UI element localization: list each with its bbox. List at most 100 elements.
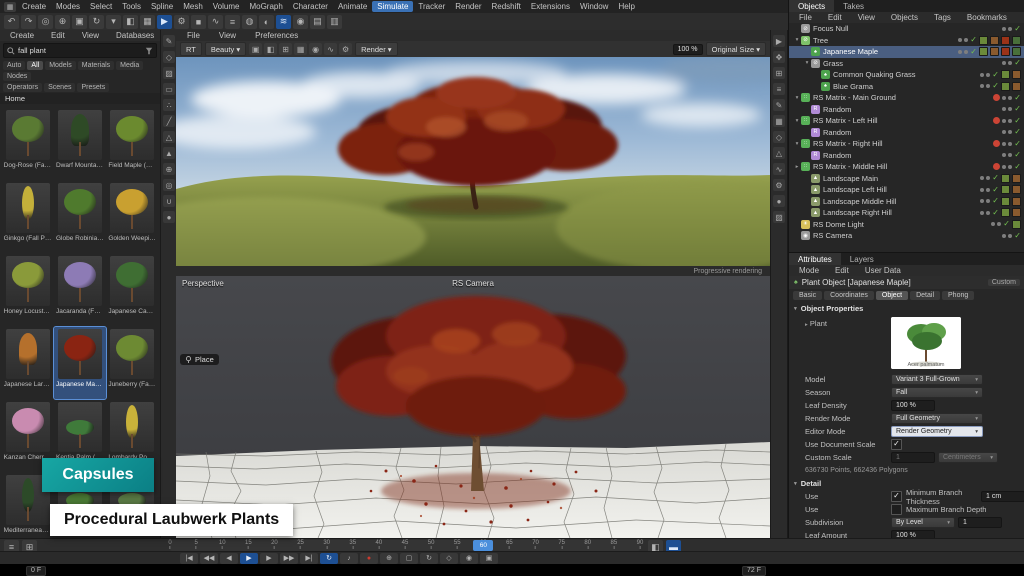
list-icon[interactable]: ≡ <box>773 83 785 95</box>
texture-mode-icon[interactable]: ▨ <box>163 67 175 79</box>
visibility-dot-icon[interactable] <box>1008 96 1012 100</box>
visibility-dot-icon[interactable] <box>1002 165 1006 169</box>
menu-window[interactable]: Window <box>575 1 613 12</box>
enabled-check-icon[interactable]: ✓ <box>1014 163 1021 171</box>
am-menu-user-data[interactable]: User Data <box>860 265 906 276</box>
visibility-dot-icon[interactable] <box>1008 119 1012 123</box>
visibility-dot-icon[interactable] <box>986 84 990 88</box>
next-frame-icon[interactable]: ▶ <box>260 553 278 564</box>
attr-tab-object[interactable]: Object <box>876 291 908 300</box>
grid-icon[interactable]: ⊞ <box>773 67 785 79</box>
tab-layers[interactable]: Layers <box>841 253 883 265</box>
menu-extensions[interactable]: Extensions <box>526 1 575 12</box>
plant-asset-honey-locust-sunburst-fall-plant-[interactable]: Honey Locust 'Sunburst' (Fall Plant) <box>2 254 53 326</box>
dropdown-subdivision[interactable]: By Level▾ <box>891 517 955 528</box>
visibility-dot-icon[interactable] <box>958 38 962 42</box>
visibility-dot-icon[interactable] <box>1008 61 1012 65</box>
enabled-check-icon[interactable]: ✓ <box>1003 220 1010 228</box>
view-label[interactable]: Perspective <box>182 279 224 288</box>
visibility-dot-icon[interactable] <box>1002 61 1006 65</box>
object-row-grass[interactable]: ▾⊘Grass✓ <box>789 58 1024 70</box>
record-rotation-icon[interactable]: ↻ <box>420 553 438 564</box>
snap-icon[interactable]: ◎ <box>163 179 175 191</box>
tab-presets[interactable]: Presets <box>77 83 109 92</box>
custom-dropdown[interactable]: Custom <box>988 279 1020 286</box>
material-tag-chip[interactable] <box>1001 208 1010 217</box>
section-object-properties[interactable]: ▾ Object Properties <box>789 302 1024 315</box>
expand-icon[interactable]: ▾ <box>803 60 811 66</box>
keyframe-selection-icon[interactable]: ▣ <box>480 553 498 564</box>
plant-preview-thumbnail[interactable]: Acer palmatum <box>891 317 961 369</box>
visibility-dot-icon[interactable] <box>1008 153 1012 157</box>
attr-tab-basic[interactable]: Basic <box>793 291 822 300</box>
size-dropdown[interactable]: Original Size ▾ <box>706 42 766 56</box>
enabled-check-icon[interactable]: ✓ <box>1014 151 1021 159</box>
tab-auto[interactable]: Auto <box>3 61 25 70</box>
visibility-dot-icon[interactable] <box>986 73 990 77</box>
dropdown-season[interactable]: Fall▾ <box>891 387 983 398</box>
material-tag-chip[interactable] <box>1001 185 1010 194</box>
render-view-menu-preferences[interactable]: Preferences <box>250 30 303 41</box>
hatch-icon[interactable]: ▨ <box>773 211 785 223</box>
visibility-dot-icon[interactable] <box>1008 165 1012 169</box>
undo-icon[interactable]: ↶ <box>4 15 19 29</box>
polygons-mode-icon[interactable]: △ <box>163 131 175 143</box>
material-tag-chip[interactable] <box>990 36 999 45</box>
curve-icon[interactable]: ∿ <box>324 43 337 55</box>
enabled-check-icon[interactable]: ✓ <box>992 71 999 79</box>
object-row-rs-matrix-right-hill[interactable]: ▾∷RS Matrix - Right Hill✓ <box>789 138 1024 150</box>
render-settings-icon[interactable]: ⚙ <box>174 15 189 29</box>
enabled-check-icon[interactable]: ✓ <box>992 186 999 194</box>
timeline-ruler[interactable]: 05101520253035404550556065707580859060 <box>170 540 640 551</box>
visibility-dot-icon[interactable] <box>1008 142 1012 146</box>
enabled-check-icon[interactable]: ✓ <box>1014 25 1021 33</box>
menu-tracker[interactable]: Tracker <box>413 1 450 12</box>
loop-icon[interactable]: ↻ <box>320 553 338 564</box>
asset-menu-view[interactable]: View <box>77 30 104 41</box>
coordinate-system-icon[interactable]: ◧ <box>123 15 138 29</box>
plant-asset-jacaranda-fall-plant-[interactable]: Jacaranda (Fall Plant) <box>54 254 105 326</box>
dropdown-model[interactable]: Variant 3 Full-Grown▾ <box>891 374 983 385</box>
tab-models[interactable]: Models <box>45 61 76 70</box>
plant-asset-japanese-maple-fall-plant-[interactable]: Japanese Maple (Fall Plant) <box>54 327 105 399</box>
triangle-icon[interactable]: △ <box>773 147 785 159</box>
object-row-landscape-middle-hill[interactable]: ▲Landscape Middle Hill✓ <box>789 196 1024 208</box>
visibility-dot-icon[interactable] <box>986 199 990 203</box>
asset-menu-create[interactable]: Create <box>5 30 39 41</box>
snapshot-icon[interactable]: ▣ <box>249 43 262 55</box>
material-tag-chip[interactable] <box>1012 197 1021 206</box>
mograph-icon[interactable]: ≡ <box>225 15 240 29</box>
autokey-icon[interactable]: ◉ <box>460 553 478 564</box>
enabled-check-icon[interactable]: ✓ <box>1014 94 1021 102</box>
attr-tab-phong[interactable]: Phong <box>942 291 974 300</box>
visibility-dot-icon[interactable] <box>980 176 984 180</box>
material-tag-chip[interactable] <box>1001 47 1010 56</box>
render-region-icon[interactable]: ▦ <box>773 115 785 127</box>
visibility-dot-icon[interactable] <box>1002 234 1006 238</box>
plant-asset-japanese-camellia-fall-plant-[interactable]: Japanese Camellia (Fall Plant) <box>107 254 158 326</box>
material-tag-chip[interactable] <box>1001 70 1010 79</box>
range-start-field[interactable]: 0 F <box>26 566 46 576</box>
points-mode-icon[interactable]: ∴ <box>163 99 175 111</box>
record-icon[interactable]: ● <box>360 553 378 564</box>
om-menu-bookmarks[interactable]: Bookmarks <box>962 12 1012 23</box>
tab-materials[interactable]: Materials <box>78 61 114 70</box>
attr-tab-coordinates[interactable]: Coordinates <box>824 291 874 300</box>
tab-attributes[interactable]: Attributes <box>789 253 841 265</box>
visibility-dot-icon[interactable] <box>1002 130 1006 134</box>
play-icon[interactable]: ▶ <box>240 553 258 564</box>
object-row-blue-grama[interactable]: ♠Blue Grama✓ <box>789 81 1024 93</box>
field-minimum-branch-thickness[interactable]: 1 cm <box>981 491 1024 502</box>
perspective-viewport[interactable]: Perspective RS Camera Place <box>176 276 770 538</box>
enabled-check-icon[interactable]: ✓ <box>992 82 999 90</box>
om-menu-edit[interactable]: Edit <box>823 12 847 23</box>
asset-menu-edit[interactable]: Edit <box>46 30 70 41</box>
menu-select[interactable]: Select <box>85 1 117 12</box>
expand-icon[interactable]: ▾ <box>793 141 801 147</box>
menu-mograph[interactable]: MoGraph <box>244 1 287 12</box>
object-row-rs-matrix-middle-hill[interactable]: ▸∷RS Matrix - Middle Hill✓ <box>789 161 1024 173</box>
object-row-landscape-main[interactable]: ▲Landscape Main✓ <box>789 173 1024 185</box>
filter-icon[interactable] <box>145 47 153 55</box>
search-input[interactable]: fall plant <box>18 46 46 55</box>
material-tag-chip[interactable] <box>1001 197 1010 206</box>
